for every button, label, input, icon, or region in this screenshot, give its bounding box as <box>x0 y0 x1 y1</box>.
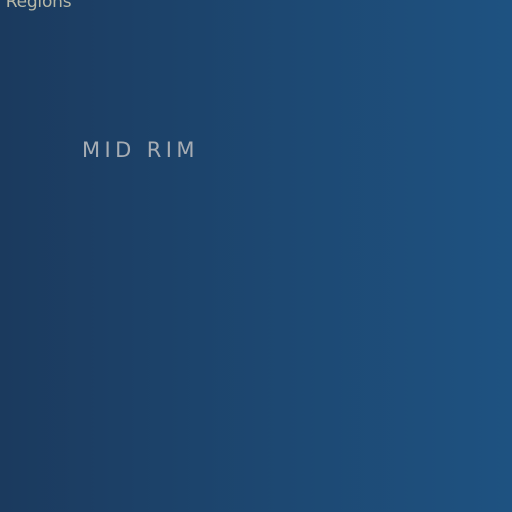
regions-header-label: l Regions <box>0 0 72 12</box>
region-label-mid-rim[interactable]: MID RIM <box>82 137 199 163</box>
